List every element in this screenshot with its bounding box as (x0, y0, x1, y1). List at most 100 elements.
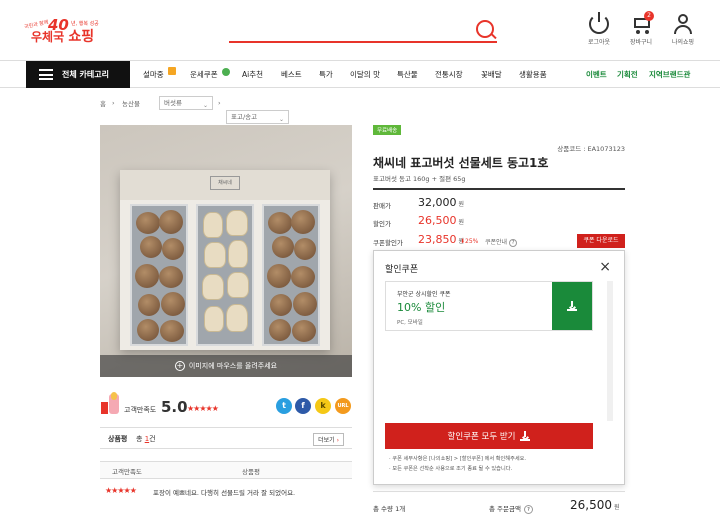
nav-right-item-0[interactable]: 이벤트 (586, 69, 607, 80)
my-shopping-button[interactable]: 나의쇼핑 (663, 14, 703, 46)
nav-item-9[interactable]: 생활용품 (519, 69, 547, 80)
breadcrumb-sep-2: › (218, 99, 221, 107)
nav-item-4[interactable]: 특가 (319, 69, 333, 80)
get-all-coupons-label: 할인쿠폰 모두 받기 (447, 432, 516, 442)
image-hover-hint-text: 이미지에 마우스를 올려주세요 (188, 362, 278, 370)
breadcrumb-level2-select[interactable]: 버섯류 ⌄ (159, 96, 213, 110)
coupon-note-1: · 쿠폰 세부사항은 [나의쇼핑] > [할인쿠폰] 에서 확인해주세요. (389, 456, 527, 462)
download-icon (520, 431, 531, 442)
user-icon (673, 14, 693, 34)
price-amount: 32,000 (418, 196, 457, 209)
nav-item-3[interactable]: 베스트 (281, 69, 302, 80)
main-nav: 전체 카테고리 설마중 운세쿠폰 Ai추천 베스트 특가 이달의 맛 특산물 전… (0, 60, 720, 88)
sale-price-amount: 26,500 (418, 214, 457, 227)
total-amount-label-text: 총 주문금액 (489, 505, 521, 513)
coupon-info-link[interactable]: 쿠폰안내? (485, 237, 518, 247)
close-icon[interactable]: × (599, 259, 611, 275)
total-amount: 26,500 원 (570, 498, 620, 512)
price-value: 32,000 원 (418, 196, 464, 209)
coupon-name: 부안군 상시할인 쿠폰 (397, 291, 451, 298)
review-row[interactable]: ★★★★★ 포장이 예쁘네요. 다행히 선물드릴 거라 잘 되었어요. (100, 483, 352, 501)
review-header: 상품평 총 1건 더보기 › (100, 427, 352, 449)
logout-button[interactable]: 로그아웃 (579, 12, 619, 46)
review-row-stars: ★★★★★ (105, 486, 137, 495)
title-divider (373, 188, 625, 190)
breadcrumb-level3-select[interactable]: 표고/송고 ⌄ (226, 110, 289, 124)
price-currency: 원 (458, 201, 465, 208)
discount-rate: ⬇25% (460, 238, 478, 245)
rating-score: 5.0 (161, 398, 188, 416)
review-row-text: 포장이 예쁘네요. 다행히 선물드릴 거라 잘 되었어요. (153, 489, 296, 497)
logo-name-main: 쇼핑 (68, 29, 95, 45)
review-tab-label[interactable]: 상품평 (108, 434, 127, 444)
breadcrumb-level3-label: 표고/송고 (231, 113, 258, 121)
coupon-download-icon-button[interactable] (552, 282, 592, 330)
rating-label: 고객만족도 (124, 406, 157, 414)
coupon-price-value: 23,850 원 (418, 233, 464, 246)
facebook-icon-glyph: f (301, 401, 305, 410)
get-all-coupons-button[interactable]: 할인쿠폰 모두 받기 (385, 423, 593, 449)
url-copy-icon-glyph: URL (337, 403, 349, 409)
nav-item-0[interactable]: 설마중 (143, 69, 164, 80)
cart-count-badge: 2 (644, 11, 654, 21)
nav-item-1[interactable]: 운세쿠폰 (190, 69, 218, 80)
nav-item-2[interactable]: Ai추천 (242, 69, 263, 80)
my-shopping-label: 나의쇼핑 (671, 39, 695, 46)
product-title: 채씨네 표고버섯 선물세트 동고1호 (373, 156, 549, 170)
url-copy-icon[interactable]: URL (335, 398, 351, 414)
nav-right-item-1[interactable]: 기획전 (617, 69, 638, 80)
nav-item-5[interactable]: 이달의 맛 (350, 69, 380, 80)
review-more-button[interactable]: 더보기 › (313, 433, 344, 446)
review-count: 총 1건 (136, 434, 156, 444)
nav-right-item-2[interactable]: 지역브랜드관 (649, 69, 690, 80)
chevron-right-icon: › (336, 437, 339, 444)
gift-icon (168, 67, 176, 75)
all-categories-button[interactable]: 전체 카테고리 (26, 61, 130, 88)
product-code: 상품코드 : EA1073123 (557, 145, 625, 153)
review-table-header: 고객만족도 상품평 (100, 461, 352, 479)
total-amount-currency: 원 (614, 504, 620, 511)
box-brand-label: 채씨네 (210, 176, 240, 190)
coupon-note-2: · 모든 쿠폰은 선착순 사용으로 조기 종료 될 수 있습니다. (389, 466, 513, 472)
coupon-price-amount: 23,850 (418, 233, 457, 246)
total-amount-value: 26,500 (570, 498, 612, 512)
sale-price-currency: 원 (458, 219, 465, 226)
coupon-platform: PC, 모바일 (397, 320, 423, 326)
coupon-download-button[interactable]: 쿠폰 다운로드 (577, 234, 625, 248)
question-icon[interactable]: ? (523, 505, 533, 514)
kakao-icon[interactable]: k (315, 398, 331, 414)
rating-stars: ★★★★★ (187, 404, 219, 413)
nav-item-7[interactable]: 전통시장 (435, 69, 463, 80)
coupon-notes: · 쿠폰 세부사항은 [나의쇼핑] > [할인쿠폰] 에서 확인해주세요. · … (389, 454, 609, 474)
free-shipping-badge: 무료배송 (373, 125, 402, 135)
review-count-prefix: 총 (136, 435, 143, 443)
nav-item-8[interactable]: 꽃배달 (481, 69, 502, 80)
search-icon[interactable] (476, 20, 494, 38)
total-quantity: 총 수량 1개 (373, 505, 406, 513)
cart-button[interactable]: 2 장바구니 (621, 11, 661, 46)
clover-icon (222, 68, 230, 76)
sale-price-label: 할인가 (373, 220, 391, 228)
twitter-icon[interactable]: t (276, 398, 292, 414)
coupon-scrollbar[interactable] (607, 281, 613, 421)
logo-name: 우체국 쇼핑 (31, 26, 94, 46)
plus-icon: + (174, 361, 185, 371)
power-icon (589, 12, 609, 34)
facebook-icon[interactable]: f (295, 398, 311, 414)
review-more-label: 더보기 (318, 437, 335, 444)
cart-label: 장바구니 (629, 39, 653, 46)
breadcrumb-home[interactable]: 홈 (100, 96, 106, 110)
breadcrumb-level2-label: 버섯류 (164, 99, 182, 107)
breadcrumb-level1[interactable]: 농산물 (122, 96, 140, 110)
kakao-icon-glyph: k (320, 401, 326, 410)
coupon-price-label: 쿠폰할인가 (373, 239, 403, 247)
product-image[interactable]: 채씨네 + 이미지에 마우스를 올려주세요 (100, 125, 352, 377)
search-input[interactable] (229, 41, 497, 43)
gift-box: 채씨네 (120, 170, 330, 350)
menu-icon (39, 69, 53, 80)
thumbs-up-icon (101, 392, 119, 414)
nav-item-6[interactable]: 특산물 (397, 69, 418, 80)
site-logo[interactable]: 국민과 함께 40 년, 행복 성공 우체국 쇼핑 (24, 16, 110, 45)
download-icon (567, 301, 577, 312)
sale-price-value: 26,500 원 (418, 214, 464, 227)
